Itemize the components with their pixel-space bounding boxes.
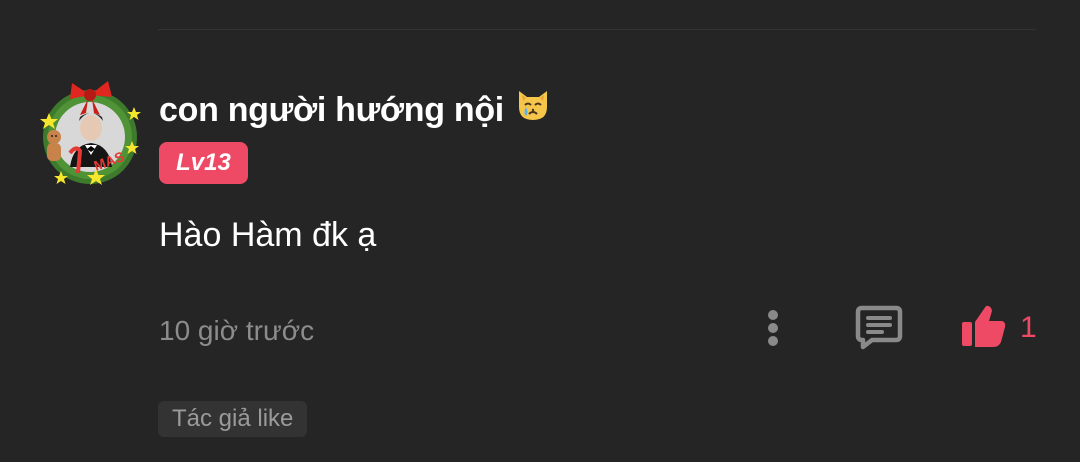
author-like-tag: Tác giả like (158, 401, 308, 437)
avatar-image: MAS (40, 81, 141, 185)
like-count: 1 (1020, 311, 1037, 344)
more-options-button[interactable] (752, 306, 794, 350)
reply-button[interactable] (854, 302, 904, 352)
like-button[interactable]: 1 (958, 302, 1048, 354)
more-vertical-icon (768, 310, 778, 346)
comment-icon (855, 305, 903, 350)
timestamp: 10 giờ trước (159, 315, 315, 346)
username[interactable]: con người hướng nội (159, 88, 552, 134)
comment-text: Hào Hàm đk ạ (159, 216, 377, 254)
level-badge: Lv13 (159, 142, 248, 184)
divider (158, 29, 1036, 30)
comment-item: MAS con người hướng nội Lv13 Hào Hàm đk … (0, 0, 1080, 462)
username-text: con người hướng nội (159, 91, 504, 129)
avatar[interactable]: MAS (36, 75, 146, 190)
thumbs-up-icon (962, 305, 1006, 347)
crying-cat-face-icon (514, 85, 552, 134)
